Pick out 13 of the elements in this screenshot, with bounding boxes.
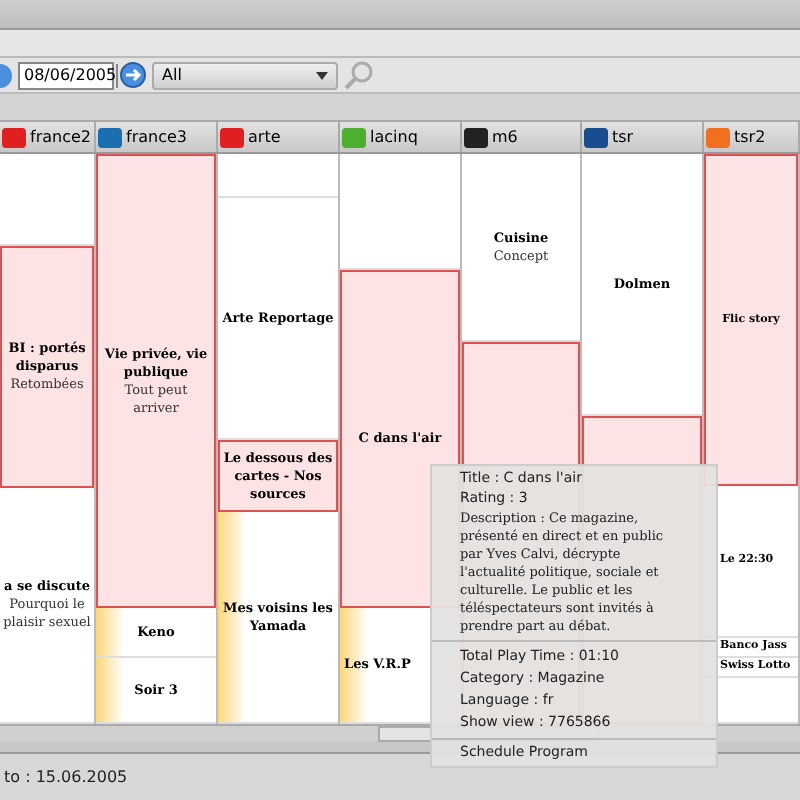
channel-header[interactable]: france3 [96, 122, 218, 152]
date-field[interactable]: 08/06/2005 [18, 61, 114, 89]
channel-header[interactable]: tsr [582, 122, 704, 152]
status-text: to : 15.06.2005 [4, 765, 128, 789]
filter-dropdown[interactable]: All [152, 61, 338, 89]
channel-header[interactable]: france2 [0, 122, 96, 152]
caret-icon [316, 71, 328, 79]
search-icon[interactable] [344, 60, 376, 90]
channel-header[interactable]: lacinq [340, 122, 462, 152]
channel-header[interactable]: arte [218, 122, 340, 152]
channel-header[interactable]: m6 [462, 122, 582, 152]
channel-header[interactable]: tsr2 [704, 122, 800, 152]
forward-arrow-icon[interactable] [120, 62, 146, 88]
